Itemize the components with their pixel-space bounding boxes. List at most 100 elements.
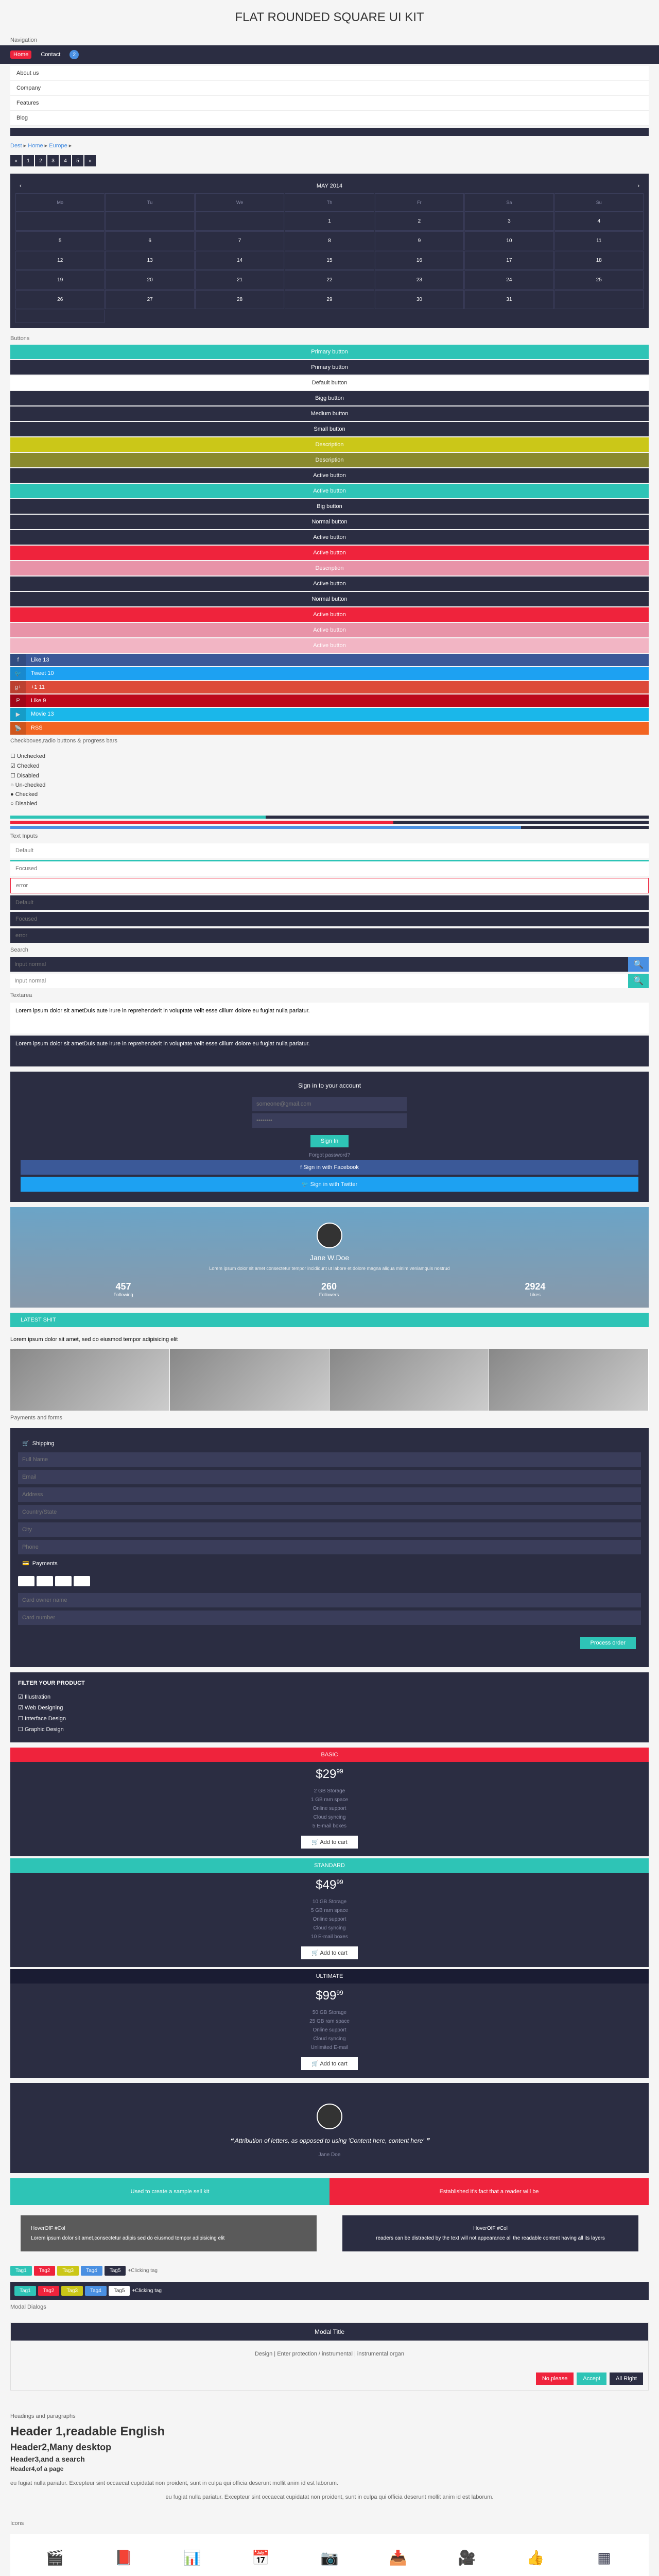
button-16[interactable]: Normal button <box>10 592 649 606</box>
filter-item[interactable]: ☑ Web Designing <box>18 1702 641 1713</box>
button-3[interactable]: Bigg button <box>10 391 649 405</box>
field-country[interactable] <box>18 1505 641 1519</box>
button-9[interactable]: Active button <box>10 484 649 498</box>
field-phone[interactable] <box>18 1540 641 1554</box>
social-+1[interactable]: g++1 11 <box>10 681 649 693</box>
cal-date[interactable]: 7 <box>195 231 284 250</box>
input-error[interactable] <box>10 878 649 893</box>
page-btn[interactable]: 1 <box>23 155 34 166</box>
cal-date[interactable]: 15 <box>285 251 374 270</box>
mastercard-icon[interactable] <box>37 1576 53 1586</box>
search-icon[interactable]: 🔍 <box>628 974 649 988</box>
button-8[interactable]: Active button <box>10 468 649 483</box>
button-4[interactable]: Medium button <box>10 406 649 421</box>
cal-date[interactable]: 10 <box>464 231 553 250</box>
radio[interactable]: ○ Un-checked <box>10 781 649 790</box>
cal-date[interactable]: 5 <box>15 231 105 250</box>
checkbox[interactable]: ☑ Checked <box>10 761 649 771</box>
cal-date[interactable]: 1 <box>285 212 374 231</box>
tag[interactable]: Tag1 <box>10 2266 32 2276</box>
filter-item[interactable]: ☐ Graphic Design <box>18 1724 641 1735</box>
signin-button[interactable]: Sign In <box>310 1135 349 1147</box>
button-11[interactable]: Normal button <box>10 515 649 529</box>
visa-icon[interactable] <box>18 1576 34 1586</box>
card-name[interactable] <box>18 1593 641 1607</box>
cal-date[interactable]: 6 <box>105 231 194 250</box>
cal-date[interactable]: 8 <box>285 231 374 250</box>
crumb[interactable]: Dest <box>10 143 22 149</box>
input-default-dark[interactable] <box>10 895 649 910</box>
search-input[interactable] <box>10 957 628 972</box>
tag[interactable]: Tag3 <box>57 2266 79 2276</box>
cal-date[interactable]: 13 <box>105 251 194 270</box>
crumb[interactable]: Europe <box>49 143 67 149</box>
menu-item[interactable]: Blog <box>10 111 649 126</box>
cal-date[interactable]: 12 <box>15 251 105 270</box>
button-12[interactable]: Active button <box>10 530 649 545</box>
modal-accept-button[interactable]: Accept <box>577 2372 606 2385</box>
menu-item[interactable]: Features <box>10 96 649 111</box>
cal-date[interactable]: 18 <box>554 251 644 270</box>
social-like[interactable]: fLike 13 <box>10 654 649 666</box>
menu-item[interactable]: About us <box>10 66 649 81</box>
add-cart-button[interactable]: 🛒 Add to cart <box>301 2057 357 2070</box>
tag[interactable]: Tag4 <box>85 2286 107 2296</box>
menu-item[interactable]: Company <box>10 81 649 96</box>
cal-date[interactable]: 24 <box>464 270 553 290</box>
tag[interactable]: Tag3 <box>61 2286 83 2296</box>
input-focused[interactable] <box>10 860 649 876</box>
login-email[interactable] <box>252 1097 407 1111</box>
crumb[interactable]: Home <box>28 143 43 149</box>
page-btn[interactable]: 4 <box>60 155 71 166</box>
modal-ok-button[interactable]: All Right <box>610 2372 643 2385</box>
button-13[interactable]: Active button <box>10 546 649 560</box>
cal-date[interactable]: 27 <box>105 290 194 309</box>
button-7[interactable]: Description <box>10 453 649 467</box>
split-left[interactable]: Used to create a sample sell kit <box>10 2178 330 2205</box>
filter-item[interactable]: ☐ Interface Design <box>18 1713 641 1724</box>
add-cart-button[interactable]: 🛒 Add to cart <box>301 1946 357 1959</box>
cal-date[interactable]: 19 <box>15 270 105 290</box>
button-5[interactable]: Small button <box>10 422 649 436</box>
button-6[interactable]: Description <box>10 437 649 452</box>
modal-no-button[interactable]: No,please <box>536 2372 574 2385</box>
button-0[interactable]: Primary button <box>10 345 649 359</box>
button-1[interactable]: Primary button <box>10 360 649 375</box>
paypal-icon[interactable] <box>55 1576 72 1586</box>
cal-date[interactable]: 28 <box>195 290 284 309</box>
add-cart-button[interactable]: 🛒 Add to cart <box>301 1836 357 1849</box>
input-focused-dark[interactable] <box>10 912 649 926</box>
button-15[interactable]: Active button <box>10 577 649 591</box>
input-error-dark[interactable] <box>10 928 649 943</box>
button-19[interactable]: Active button <box>10 638 649 653</box>
tag-add[interactable]: +Clicking tag <box>128 2268 158 2274</box>
process-button[interactable]: Process order <box>580 1637 636 1649</box>
cal-next[interactable]: › <box>637 183 639 189</box>
cal-date[interactable]: 14 <box>195 251 284 270</box>
cal-date[interactable]: 16 <box>375 251 464 270</box>
button-2[interactable]: Default button <box>10 376 649 390</box>
forgot-link[interactable]: Forgot password? <box>21 1153 638 1158</box>
social-tweet[interactable]: 🐦Tweet 10 <box>10 667 649 680</box>
field-email[interactable] <box>18 1470 641 1484</box>
cal-date[interactable]: 29 <box>285 290 374 309</box>
button-14[interactable]: Description <box>10 561 649 575</box>
cal-date[interactable]: 3 <box>464 212 553 231</box>
cal-date[interactable]: 11 <box>554 231 644 250</box>
search-input[interactable] <box>10 974 628 988</box>
search-icon[interactable]: 🔍 <box>628 957 649 972</box>
tag[interactable]: Tag4 <box>81 2266 102 2276</box>
nav-contact[interactable]: Contact <box>37 49 64 60</box>
button-18[interactable]: Active button <box>10 623 649 637</box>
social-rss[interactable]: 📡RSS <box>10 722 649 735</box>
tag[interactable]: Tag2 <box>34 2266 56 2276</box>
tag[interactable]: Tag5 <box>109 2286 130 2296</box>
page-btn[interactable]: 2 <box>35 155 46 166</box>
cal-date[interactable]: 20 <box>105 270 194 290</box>
input-default[interactable] <box>10 843 649 858</box>
cal-date[interactable]: 26 <box>15 290 105 309</box>
cal-date[interactable]: 31 <box>464 290 553 309</box>
tag[interactable]: Tag5 <box>105 2266 126 2276</box>
cal-date[interactable]: 22 <box>285 270 374 290</box>
field-name[interactable] <box>18 1452 641 1467</box>
